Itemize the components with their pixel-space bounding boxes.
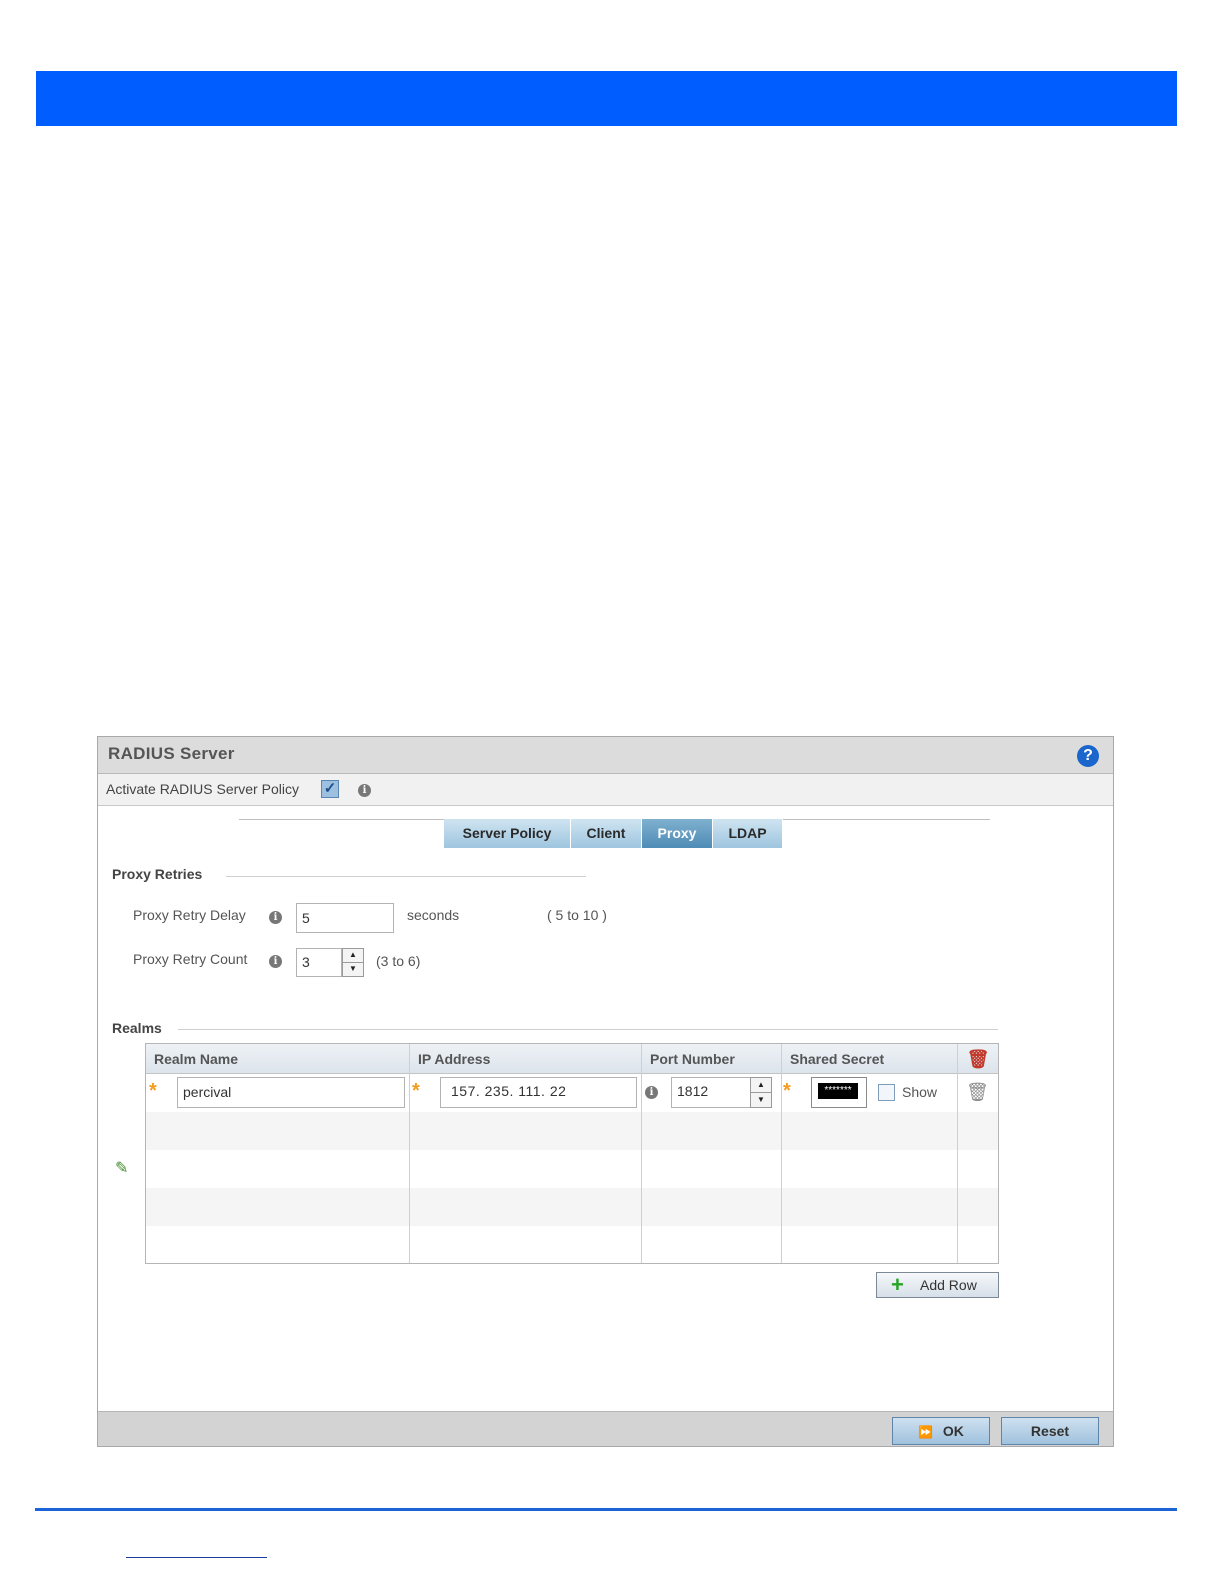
required-icon: * xyxy=(783,1080,791,1102)
realm-name-input[interactable]: percival xyxy=(177,1077,405,1108)
section-divider xyxy=(178,1029,998,1030)
proxy-retry-count-stepper[interactable]: ▲ ▼ xyxy=(342,948,364,977)
column-divider xyxy=(781,1044,782,1263)
required-icon: * xyxy=(149,1080,157,1102)
tab-ldap[interactable]: LDAP xyxy=(713,819,783,848)
help-icon[interactable]: ? xyxy=(1077,745,1099,767)
ok-button[interactable]: ⏩ OK xyxy=(892,1417,990,1445)
port-number-input[interactable]: 1812 xyxy=(671,1077,751,1108)
column-header-ip-address[interactable]: IP Address xyxy=(410,1044,642,1074)
table-row xyxy=(146,1226,998,1263)
show-secret-label: Show xyxy=(902,1084,938,1100)
proxy-retry-count-input[interactable]: 3 xyxy=(296,948,342,977)
column-divider xyxy=(641,1044,642,1263)
port-number-stepper[interactable]: ▲ ▼ xyxy=(750,1077,772,1108)
column-divider xyxy=(957,1044,958,1263)
shared-secret-masked-value: ******* xyxy=(818,1083,858,1099)
column-divider xyxy=(409,1044,410,1263)
radius-server-dialog: RADIUS Server ? Activate RADIUS Server P… xyxy=(97,736,1114,1447)
table-row xyxy=(146,1188,998,1226)
proxy-retry-delay-input[interactable]: 5 xyxy=(296,903,394,933)
info-icon[interactable]: i xyxy=(645,1086,658,1099)
footer-link-underline xyxy=(126,1557,267,1558)
spin-up-icon[interactable]: ▲ xyxy=(343,949,363,963)
dialog-footer: ⏩ OK Reset xyxy=(98,1411,1113,1446)
spin-down-icon[interactable]: ▼ xyxy=(343,963,363,977)
info-icon[interactable]: i xyxy=(269,911,282,924)
plus-icon: + xyxy=(891,1272,904,1297)
show-secret-checkbox[interactable] xyxy=(878,1084,895,1101)
info-icon[interactable]: i xyxy=(358,784,371,797)
footer-rule xyxy=(35,1508,1177,1511)
proxy-retry-count-range: (3 to 6) xyxy=(376,953,421,969)
tab-proxy[interactable]: Proxy xyxy=(642,819,713,848)
tab-server-policy[interactable]: Server Policy xyxy=(444,819,571,848)
tab-client[interactable]: Client xyxy=(571,819,642,848)
table-row xyxy=(146,1150,998,1188)
reset-button[interactable]: Reset xyxy=(1001,1417,1099,1445)
proxy-retry-delay-unit: seconds xyxy=(407,907,460,923)
delete-all-column-header: 🗑 xyxy=(958,1044,998,1074)
realms-table: Realm Name IP Address Port Number Shared… xyxy=(145,1043,999,1264)
proxy-retry-delay-label: Proxy Retry Delay xyxy=(133,907,246,923)
ip-address-input[interactable]: 157. 235. 111. 22 xyxy=(440,1077,637,1108)
table-row xyxy=(146,1112,998,1150)
shared-secret-input[interactable]: ******* xyxy=(811,1077,867,1108)
column-header-shared-secret[interactable]: Shared Secret xyxy=(782,1044,958,1074)
info-icon[interactable]: i xyxy=(269,955,282,968)
ok-button-label: OK xyxy=(942,1423,964,1439)
add-row-button[interactable]: + Add Row xyxy=(876,1272,999,1298)
delete-row-trash-icon[interactable]: 🗑 xyxy=(966,1082,989,1103)
column-header-realm-name[interactable]: Realm Name xyxy=(146,1044,410,1074)
section-divider xyxy=(226,876,586,877)
spin-up-icon[interactable]: ▲ xyxy=(751,1078,771,1093)
page-header-banner xyxy=(36,71,1177,126)
edit-pencil-icon[interactable]: ✎ xyxy=(115,1158,128,1178)
activate-policy-checkbox[interactable]: ✓ xyxy=(321,780,339,798)
realms-heading: Realms xyxy=(112,1020,162,1036)
proxy-retries-heading: Proxy Retries xyxy=(112,866,203,882)
proxy-retry-count-label: Proxy Retry Count xyxy=(133,951,248,967)
dialog-title: RADIUS Server xyxy=(108,744,235,763)
dialog-header: RADIUS Server ? xyxy=(98,737,1113,774)
activate-policy-label: Activate RADIUS Server Policy xyxy=(106,781,299,797)
proxy-retry-delay-range: ( 5 to 10 ) xyxy=(547,907,607,923)
required-icon: * xyxy=(412,1080,420,1102)
spin-down-icon[interactable]: ▼ xyxy=(751,1093,771,1108)
add-row-label: Add Row xyxy=(920,1277,977,1293)
fast-forward-icon: ⏩ xyxy=(918,1425,934,1439)
delete-all-trash-icon[interactable]: 🗑 xyxy=(967,1049,990,1069)
activate-policy-bar: Activate RADIUS Server Policy ✓ i xyxy=(98,774,1113,806)
column-header-port-number[interactable]: Port Number xyxy=(642,1044,782,1074)
